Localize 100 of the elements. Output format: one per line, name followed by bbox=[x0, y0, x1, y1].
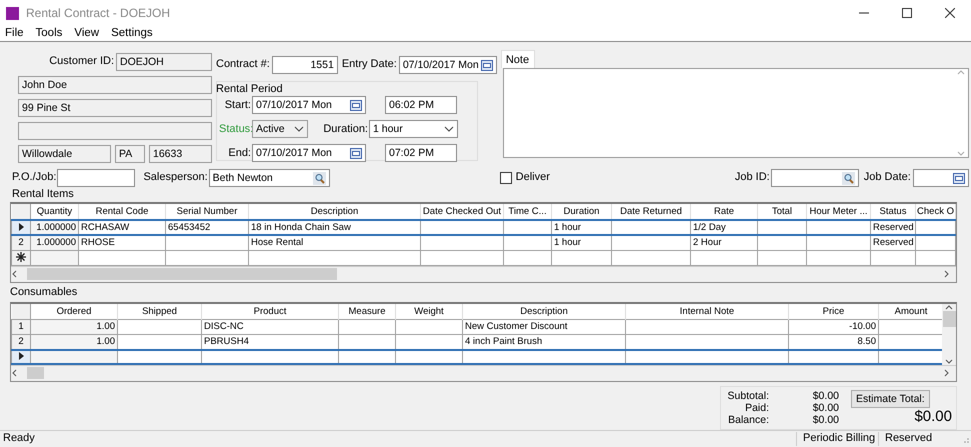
field-label: Entry Date: bbox=[342, 58, 397, 72]
table-cell: 2 Hour bbox=[690, 235, 758, 250]
menu-item[interactable]: File bbox=[5, 26, 24, 40]
menu-item[interactable]: Tools bbox=[36, 26, 62, 40]
calendar-icon bbox=[350, 146, 362, 160]
row-header[interactable] bbox=[12, 250, 30, 266]
scrollbar[interactable] bbox=[942, 304, 956, 365]
time-field[interactable]: 06:02 PM bbox=[385, 96, 457, 114]
row-header[interactable]: 1 bbox=[12, 320, 30, 335]
total-label: Paid: bbox=[744, 402, 769, 414]
table-cell: Hose Rental bbox=[248, 235, 420, 250]
new-row-icon bbox=[16, 252, 26, 262]
window-title: Rental Contract - DOEJOH bbox=[26, 6, 172, 20]
date-field[interactable]: 07/10/2017 Mon bbox=[398, 56, 497, 74]
checkbox-label: Deliver bbox=[516, 171, 550, 185]
scrollbar-thumb[interactable] bbox=[27, 268, 337, 280]
date-field[interactable]: 07/10/2017 Mon bbox=[252, 96, 366, 114]
table-cell: 1 hour bbox=[552, 235, 612, 250]
field-label: Contract #: bbox=[216, 58, 270, 72]
grand-total: $0.00 bbox=[914, 408, 952, 426]
group-title: Rental Period bbox=[216, 83, 284, 96]
table-cell: 18 in Honda Chain Saw bbox=[248, 220, 420, 236]
row-header[interactable]: 2 bbox=[12, 235, 30, 250]
column-header[interactable]: Check O bbox=[916, 204, 956, 220]
column-header[interactable]: Duration bbox=[552, 204, 612, 220]
table-cell: 65453452 bbox=[166, 220, 248, 236]
scroll-right-icon bbox=[942, 369, 950, 378]
contract-number-field[interactable]: 1551 bbox=[272, 56, 338, 74]
total-value: $0.00 bbox=[812, 414, 839, 426]
column-header[interactable]: Status bbox=[870, 204, 916, 220]
search-icon bbox=[312, 172, 326, 184]
column-header[interactable]: Serial Number bbox=[166, 204, 248, 220]
scroll-down-icon bbox=[956, 150, 965, 157]
duration-dropdown[interactable]: 1 hour bbox=[369, 120, 458, 138]
table-cell: 1.00 bbox=[30, 320, 118, 335]
note-tab[interactable]: Note bbox=[500, 50, 535, 68]
row-header[interactable] bbox=[12, 220, 30, 236]
column-header[interactable]: Shipped bbox=[118, 304, 202, 320]
menu-item[interactable]: Settings bbox=[111, 26, 153, 40]
column-header[interactable]: Rate bbox=[690, 204, 758, 220]
field-label: Status: bbox=[219, 122, 251, 136]
table-cell: -10.00 bbox=[788, 320, 878, 335]
calendar-icon bbox=[480, 58, 493, 72]
column-header[interactable]: Date Checked Out bbox=[420, 204, 504, 220]
total-value: $0.00 bbox=[812, 402, 839, 414]
name-field[interactable]: John Doe bbox=[18, 76, 212, 94]
field-label: Salesperson: bbox=[143, 171, 208, 185]
field-label: Start: bbox=[224, 98, 251, 112]
table-cell: 1/2 Day bbox=[690, 220, 758, 236]
app-icon bbox=[6, 6, 19, 20]
data-grid[interactable] bbox=[10, 202, 957, 283]
table-cell: DISC-NC bbox=[202, 320, 338, 335]
status-text: Periodic Billing bbox=[796, 432, 878, 446]
customer-id-field[interactable]: DOEJOH bbox=[116, 53, 212, 71]
column-header[interactable]: Description bbox=[462, 304, 626, 320]
table-cell: 1.000000 bbox=[30, 235, 78, 250]
address-field[interactable]: 99 Pine St bbox=[18, 99, 212, 117]
column-header[interactable]: Description bbox=[248, 204, 420, 220]
table-cell: PBRUSH4 bbox=[202, 334, 338, 350]
column-header[interactable]: Total bbox=[758, 204, 806, 220]
column-header[interactable]: Measure bbox=[338, 304, 396, 320]
data-grid[interactable]: Ordered Shipped Product Measure Weight Description Internal Note Price Amount 1 1.00 DISC-NC New Customer Discount -10.00 2 1.00 PBRUSH4 4 inch Paint Brush 8.50 bbox=[10, 302, 957, 382]
time-field[interactable]: 07:02 PM bbox=[385, 144, 457, 162]
column-header[interactable]: Date Returned bbox=[612, 204, 690, 220]
column-header[interactable]: Time C... bbox=[504, 204, 552, 220]
city-field[interactable]: Willowdale bbox=[18, 145, 111, 163]
job-date-field[interactable] bbox=[912, 169, 969, 187]
column-header[interactable]: Product bbox=[202, 304, 338, 320]
scroll-left-icon bbox=[11, 270, 19, 278]
row-header[interactable]: 2 bbox=[12, 334, 30, 350]
column-header[interactable]: Hour Meter ... bbox=[806, 204, 870, 220]
section-title: Rental Items bbox=[12, 188, 75, 202]
date-field[interactable]: 07/10/2017 Mon bbox=[252, 144, 366, 162]
salesperson-field[interactable]: Beth Newton bbox=[208, 169, 330, 187]
status-dropdown[interactable]: Active bbox=[252, 120, 308, 138]
scrollbar-thumb[interactable] bbox=[942, 310, 956, 327]
scroll-right-icon bbox=[942, 270, 950, 278]
state-field[interactable]: PA bbox=[115, 145, 145, 163]
scrollbar[interactable] bbox=[11, 364, 956, 381]
scroll-up-icon bbox=[945, 304, 953, 311]
estimate-total-button[interactable]: Estimate Total: bbox=[851, 390, 930, 408]
deliver-checkbox[interactable] bbox=[500, 172, 512, 184]
column-header[interactable]: Price bbox=[788, 304, 878, 320]
table-cell: 1.00 bbox=[30, 334, 118, 350]
menu-item[interactable]: View bbox=[74, 26, 100, 40]
field-label: P.O./Job: bbox=[12, 171, 56, 185]
scrollbar-thumb[interactable] bbox=[27, 367, 44, 380]
address-field[interactable] bbox=[18, 122, 212, 140]
row-header[interactable] bbox=[12, 350, 30, 364]
po-job-field[interactable] bbox=[57, 169, 136, 187]
column-header[interactable]: Internal Note bbox=[626, 304, 788, 320]
field-label: Customer ID: bbox=[49, 55, 114, 69]
maximize-icon bbox=[902, 8, 912, 18]
table-cell: New Customer Discount bbox=[462, 320, 626, 335]
note-field[interactable] bbox=[502, 68, 969, 158]
column-header[interactable]: Weight bbox=[396, 304, 462, 320]
job-id-field[interactable] bbox=[770, 169, 859, 187]
total-label: Balance: bbox=[727, 414, 769, 426]
scrollbar[interactable] bbox=[11, 266, 956, 282]
zip-field[interactable]: 16633 bbox=[149, 145, 212, 163]
